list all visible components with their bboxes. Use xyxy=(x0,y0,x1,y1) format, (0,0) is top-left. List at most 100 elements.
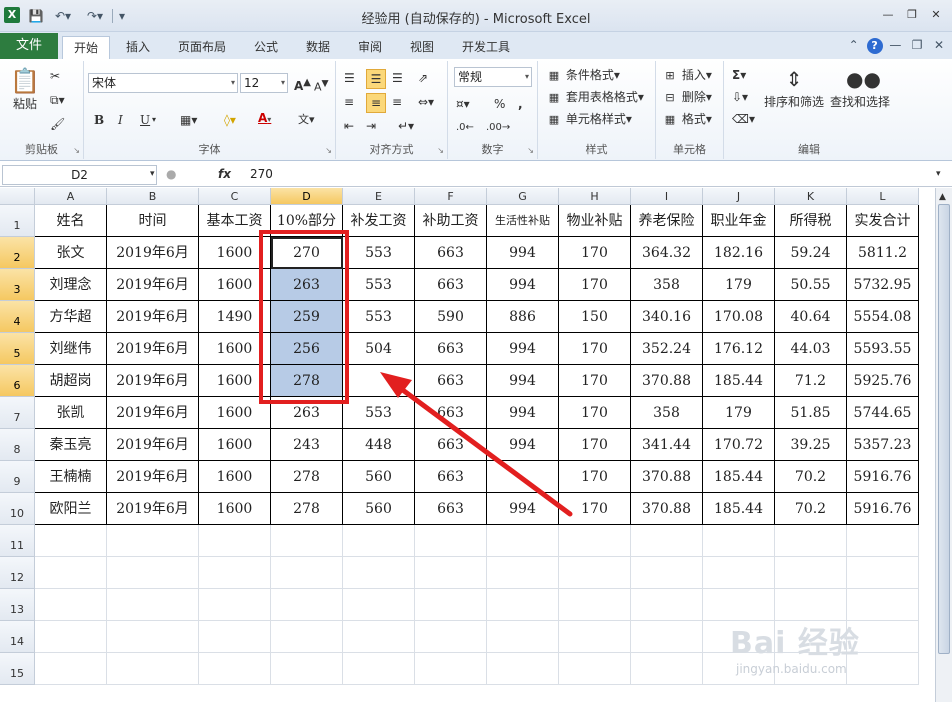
cell[interactable] xyxy=(847,557,919,589)
workbook-minimize-icon[interactable]: — xyxy=(886,38,904,52)
paste-button[interactable]: 📋 粘贴 xyxy=(8,67,42,113)
table-cell[interactable]: 方华超 xyxy=(35,301,107,333)
cell[interactable] xyxy=(487,589,559,621)
tab-developer[interactable]: 开发工具 xyxy=(452,36,520,59)
cut-icon[interactable]: ✂ xyxy=(50,67,60,85)
table-cell[interactable]: 70.2 xyxy=(775,493,847,525)
table-cell[interactable]: 370.88 xyxy=(631,493,703,525)
percent-button[interactable]: % xyxy=(494,95,505,113)
table-cell[interactable]: 2019年6月 xyxy=(107,333,199,365)
table-cell[interactable]: 2019年6月 xyxy=(107,365,199,397)
table-header-cell[interactable]: 基本工资 xyxy=(199,205,271,237)
align-left-icon[interactable]: ≡ xyxy=(344,93,354,111)
table-cell[interactable]: 259 xyxy=(271,301,343,333)
table-header-cell[interactable]: 姓名 xyxy=(35,205,107,237)
font-size-select[interactable]: 12 ▾ xyxy=(240,73,288,93)
table-cell[interactable]: 5554.08 xyxy=(847,301,919,333)
conditional-format-button[interactable]: ▦ 条件格式▾ xyxy=(546,66,620,84)
table-cell[interactable]: 2019年6月 xyxy=(107,429,199,461)
table-cell[interactable]: 340.16 xyxy=(631,301,703,333)
column-header-l[interactable]: L xyxy=(847,188,919,205)
clipboard-launcher-icon[interactable]: ↘ xyxy=(73,146,80,155)
cell[interactable] xyxy=(775,589,847,621)
close-button[interactable]: ✕ xyxy=(928,8,944,22)
table-cell[interactable]: 1600 xyxy=(199,397,271,429)
column-header-g[interactable]: G xyxy=(487,188,559,205)
table-cell[interactable]: 44.03 xyxy=(775,333,847,365)
align-center-icon[interactable]: ≡ xyxy=(366,93,386,113)
table-cell[interactable]: 5811.2 xyxy=(847,237,919,269)
table-cell[interactable]: 5357.23 xyxy=(847,429,919,461)
select-all-corner[interactable] xyxy=(0,188,35,205)
table-cell[interactable]: 2019年6月 xyxy=(107,269,199,301)
row-header-9[interactable]: 9 xyxy=(0,461,35,493)
format-cells-button[interactable]: ▦ 格式▾ xyxy=(662,110,712,128)
cell[interactable] xyxy=(559,589,631,621)
table-cell[interactable]: 刘继伟 xyxy=(35,333,107,365)
row-header-7[interactable]: 7 xyxy=(0,397,35,429)
cell[interactable] xyxy=(271,653,343,685)
workbook-restore-icon[interactable]: ❐ xyxy=(908,38,926,52)
autosum-icon[interactable]: Σ▾ xyxy=(732,66,746,84)
underline-button[interactable]: U xyxy=(140,111,150,129)
decrease-indent-icon[interactable]: ⇤ xyxy=(344,117,354,135)
cell[interactable] xyxy=(487,621,559,653)
table-header-cell[interactable]: 所得税 xyxy=(775,205,847,237)
table-cell[interactable]: 994 xyxy=(487,269,559,301)
cell[interactable] xyxy=(775,557,847,589)
format-painter-icon[interactable]: 🖌 xyxy=(50,115,65,133)
table-cell[interactable]: 358 xyxy=(631,269,703,301)
table-cell[interactable]: 185.44 xyxy=(703,461,775,493)
cell[interactable] xyxy=(107,525,199,557)
table-cell[interactable]: 5925.76 xyxy=(847,365,919,397)
table-cell[interactable]: 40.64 xyxy=(775,301,847,333)
cell[interactable] xyxy=(487,525,559,557)
table-cell[interactable]: 663 xyxy=(415,429,487,461)
bold-button[interactable]: B xyxy=(94,111,104,129)
table-cell[interactable]: 243 xyxy=(271,429,343,461)
column-header-k[interactable]: K xyxy=(775,188,847,205)
workbook-close-icon[interactable]: ✕ xyxy=(930,38,948,52)
column-header-d[interactable]: D xyxy=(271,188,343,205)
row-header-4[interactable]: 4 xyxy=(0,301,35,333)
cell[interactable] xyxy=(271,589,343,621)
table-cell[interactable]: 560 xyxy=(343,461,415,493)
table-cell[interactable]: 553 xyxy=(343,397,415,429)
align-middle-icon[interactable]: ☰ xyxy=(366,69,386,89)
table-header-cell[interactable]: 生活性补贴 xyxy=(487,205,559,237)
shrink-font-icon[interactable]: A▼ xyxy=(314,75,329,97)
number-launcher-icon[interactable]: ↘ xyxy=(527,146,534,155)
table-cell[interactable]: 170 xyxy=(559,493,631,525)
tab-home[interactable]: 开始 xyxy=(62,36,110,59)
table-cell[interactable]: 5744.65 xyxy=(847,397,919,429)
table-header-cell[interactable]: 职业年金 xyxy=(703,205,775,237)
comma-button[interactable]: , xyxy=(518,95,523,113)
tab-file[interactable]: 文件 xyxy=(0,33,58,59)
table-cell[interactable]: 5732.95 xyxy=(847,269,919,301)
row-header-1[interactable]: 1 xyxy=(0,205,35,237)
collapse-ribbon-icon[interactable]: ⌃ xyxy=(845,38,863,52)
tab-data[interactable]: 数据 xyxy=(294,36,342,59)
find-select-button[interactable]: ●● 查找和选择 xyxy=(828,65,892,111)
cell[interactable] xyxy=(415,525,487,557)
cell[interactable] xyxy=(343,653,415,685)
table-cell[interactable]: 1600 xyxy=(199,333,271,365)
table-cell[interactable]: 1600 xyxy=(199,365,271,397)
cell[interactable] xyxy=(703,557,775,589)
table-cell[interactable]: 886 xyxy=(487,301,559,333)
table-header-cell[interactable]: 10%部分 xyxy=(271,205,343,237)
row-header-13[interactable]: 13 xyxy=(0,589,35,621)
table-cell[interactable]: 1600 xyxy=(199,429,271,461)
cell[interactable] xyxy=(107,557,199,589)
table-cell[interactable]: 2019年6月 xyxy=(107,301,199,333)
formula-bar-splitter[interactable]: ● xyxy=(166,165,176,183)
table-header-cell[interactable]: 时间 xyxy=(107,205,199,237)
wrap-text-icon[interactable]: ↵▾ xyxy=(398,117,414,135)
table-cell[interactable] xyxy=(487,461,559,493)
table-cell[interactable]: 1600 xyxy=(199,237,271,269)
table-cell[interactable]: 59.24 xyxy=(775,237,847,269)
cell[interactable] xyxy=(415,557,487,589)
table-cell[interactable]: 170 xyxy=(559,429,631,461)
table-header-cell[interactable]: 实发合计 xyxy=(847,205,919,237)
table-cell[interactable]: 663 xyxy=(415,461,487,493)
